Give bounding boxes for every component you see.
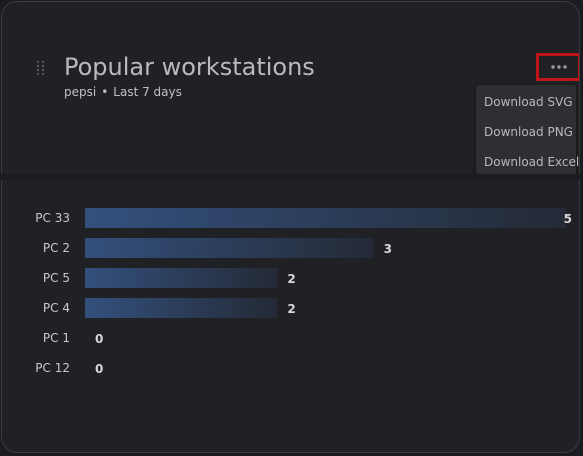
widget-subtitle: pepsi • Last 7 days xyxy=(64,85,182,99)
category-label: PC 1 xyxy=(43,331,70,345)
bar-value-label: 2 xyxy=(287,272,295,286)
category-label: PC 4 xyxy=(43,301,70,315)
bar-value-label: 0 xyxy=(95,332,103,346)
menu-item-download-png[interactable]: Download PNG xyxy=(476,117,576,147)
bar[interactable] xyxy=(85,268,278,288)
workstations-bar-chart: PC 33 5 PC 2 3 PC 5 2 PC 4 2 PC 1 0 PC 12 0 xyxy=(35,208,572,376)
menu-item-download-svg[interactable]: Download SVG xyxy=(476,87,576,117)
category-label: PC 12 xyxy=(35,361,70,375)
bar[interactable] xyxy=(85,298,278,318)
drag-handle-icon[interactable] xyxy=(36,60,46,76)
widget-title: Popular workstations xyxy=(64,53,315,81)
bar-value-label: 3 xyxy=(384,242,392,256)
more-horizontal-icon xyxy=(550,65,567,69)
subtitle-separator: • xyxy=(101,85,109,99)
category-label: PC 5 xyxy=(43,271,70,285)
bar[interactable] xyxy=(85,238,374,258)
bar-value-label: 2 xyxy=(287,302,295,316)
download-menu: Download SVG Download PNG Download Excel xyxy=(476,85,579,177)
more-options-button[interactable] xyxy=(536,53,579,81)
subtitle-org: pepsi xyxy=(64,85,97,99)
category-label: PC 33 xyxy=(35,211,70,225)
bar[interactable] xyxy=(85,208,566,228)
divider-band xyxy=(0,174,583,180)
bar-value-label: 0 xyxy=(95,362,103,376)
bar-value-label: 5 xyxy=(564,212,572,226)
subtitle-range: Last 7 days xyxy=(113,85,182,99)
category-label: PC 2 xyxy=(43,241,70,255)
menu-item-download-excel[interactable]: Download Excel xyxy=(476,147,579,177)
